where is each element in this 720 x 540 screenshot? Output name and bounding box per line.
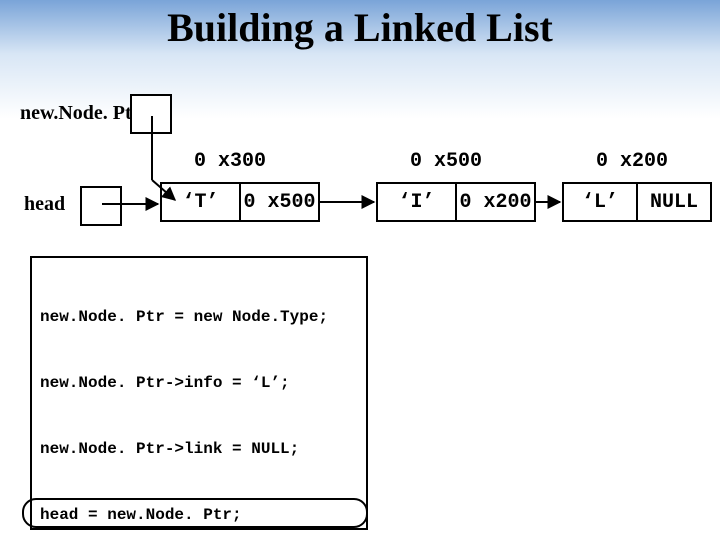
node-3-info: ‘L’ xyxy=(564,184,638,220)
label-head: head xyxy=(24,193,65,216)
box-newnodeptr xyxy=(130,94,172,134)
node-3: ‘L’ NULL xyxy=(562,182,712,222)
code-box: new.Node. Ptr = new Node.Type; new.Node.… xyxy=(30,256,368,530)
node-1-info: ‘T’ xyxy=(162,184,241,220)
box-head xyxy=(80,186,122,226)
slide-title: Building a Linked List xyxy=(0,4,720,51)
address-node3: 0 x200 xyxy=(562,150,702,173)
node-2-link: 0 x200 xyxy=(457,184,534,220)
code-line-2: new.Node. Ptr->link = NULL; xyxy=(40,438,358,460)
node-1-link: 0 x500 xyxy=(241,184,318,220)
address-node2: 0 x500 xyxy=(376,150,516,173)
address-node1: 0 x300 xyxy=(160,150,300,173)
node-2-info: ‘I’ xyxy=(378,184,457,220)
node-1: ‘T’ 0 x500 xyxy=(160,182,320,222)
code-line-1: new.Node. Ptr->info = ‘L’; xyxy=(40,372,358,394)
node-2: ‘I’ 0 x200 xyxy=(376,182,536,222)
code-line-0: new.Node. Ptr = new Node.Type; xyxy=(40,306,358,328)
highlight-last-line xyxy=(22,498,368,528)
label-newnodeptr: new.Node. Ptr xyxy=(20,102,141,125)
node-3-link: NULL xyxy=(638,184,710,220)
slide: Building a Linked List new.Node. Ptr hea… xyxy=(0,0,720,540)
